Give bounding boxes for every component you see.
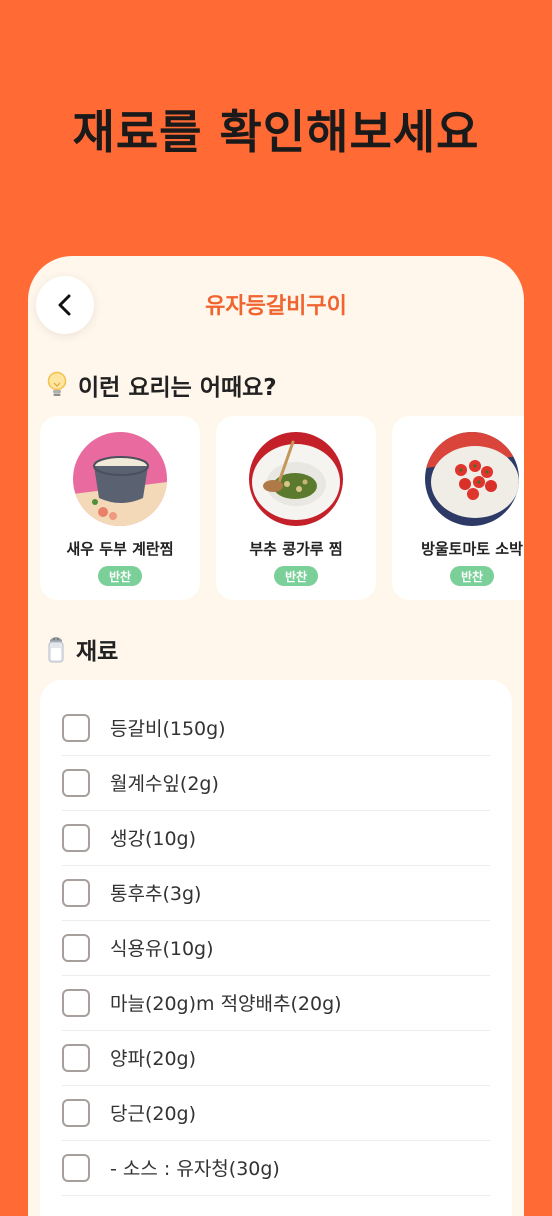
- ingredient-label: 당근(20g): [110, 1103, 197, 1125]
- ingredient-label: - 소스 : 유자청(30g): [110, 1158, 280, 1180]
- ingredient-checkbox[interactable]: [62, 1043, 90, 1072]
- ingredient-label: 마늘(20g)m 적양배추(20g): [110, 993, 342, 1015]
- salt-shaker-icon: [48, 637, 64, 663]
- ingredient-checkbox[interactable]: [62, 878, 90, 907]
- recipe-name: 부추 콩가루 찜: [249, 540, 343, 558]
- ingredient-item[interactable]: - 소스 : 유자청(30g): [62, 1140, 490, 1196]
- lightbulb-icon: [47, 371, 67, 396]
- ingredient-item[interactable]: 등갈비(150g): [62, 700, 490, 756]
- recipe-card[interactable]: 방울토마토 소박 반찬: [392, 416, 524, 600]
- ingredient-item[interactable]: 양파(20g): [62, 1030, 490, 1086]
- ingredient-item[interactable]: 식용유(10g): [62, 920, 490, 976]
- ingredient-label: 등갈비(150g): [110, 718, 226, 740]
- ingredient-label: 식용유(10g): [110, 938, 214, 960]
- recipe-card[interactable]: 새우 두부 계란찜 반찬: [40, 416, 200, 600]
- ingredient-item[interactable]: 통후추(3g): [62, 865, 490, 921]
- recommend-heading-text: 이런 요리는 어때요?: [78, 375, 277, 401]
- recipe-image: [425, 432, 519, 526]
- ingredient-checkbox[interactable]: [62, 988, 90, 1017]
- category-badge: 반찬: [274, 566, 318, 586]
- recipe-card[interactable]: 부추 콩가루 찜 반찬: [216, 416, 376, 600]
- ingredient-list: 등갈비(150g) 월계수잎(2g) 생강(10g) 통후추(3g) 식용유(1…: [40, 680, 512, 1216]
- ingredient-checkbox[interactable]: [62, 1098, 90, 1127]
- ingredient-label: 통후추(3g): [110, 883, 202, 905]
- category-badge: 반찬: [450, 566, 494, 586]
- ingredient-checkbox[interactable]: [62, 933, 90, 962]
- recipe-name: 새우 두부 계란찜: [66, 540, 174, 558]
- ingredient-item[interactable]: 마늘(20g)m 적양배추(20g): [62, 975, 490, 1031]
- ingredient-checkbox[interactable]: [62, 823, 90, 852]
- recommend-heading: 이런 요리는 어때요?: [46, 368, 277, 402]
- recipe-image: [249, 432, 343, 526]
- ingredient-item[interactable]: 월계수잎(2g): [62, 755, 490, 811]
- recipe-name: 방울토마토 소박: [421, 540, 523, 558]
- page-title: 유자등갈비구이: [205, 294, 347, 319]
- ingredient-label: 월계수잎(2g): [110, 773, 219, 795]
- ingredients-heading-text: 재료: [76, 639, 119, 665]
- ingredient-checkbox[interactable]: [62, 768, 90, 797]
- app-screen: 유자등갈비구이 이런 요리는 어때요? 새우 두부 계란찜 반찬 부추 콩가루 …: [28, 256, 524, 1216]
- ingredient-checkbox[interactable]: [62, 1153, 90, 1182]
- recipe-image: [73, 432, 167, 526]
- recommend-list[interactable]: 새우 두부 계란찜 반찬 부추 콩가루 찜 반찬 방울토마토 소박 반찬: [40, 416, 524, 602]
- ingredient-label: 생강(10g): [110, 828, 197, 850]
- category-badge: 반찬: [98, 566, 142, 586]
- ingredient-item[interactable]: 생강(10g): [62, 810, 490, 866]
- ingredients-heading: 재료: [46, 632, 118, 666]
- promo-title: 재료를 확인해보세요: [72, 105, 480, 159]
- ingredient-checkbox[interactable]: [62, 713, 90, 742]
- ingredient-label: 양파(20g): [110, 1048, 197, 1070]
- ingredient-item[interactable]: 당근(20g): [62, 1085, 490, 1141]
